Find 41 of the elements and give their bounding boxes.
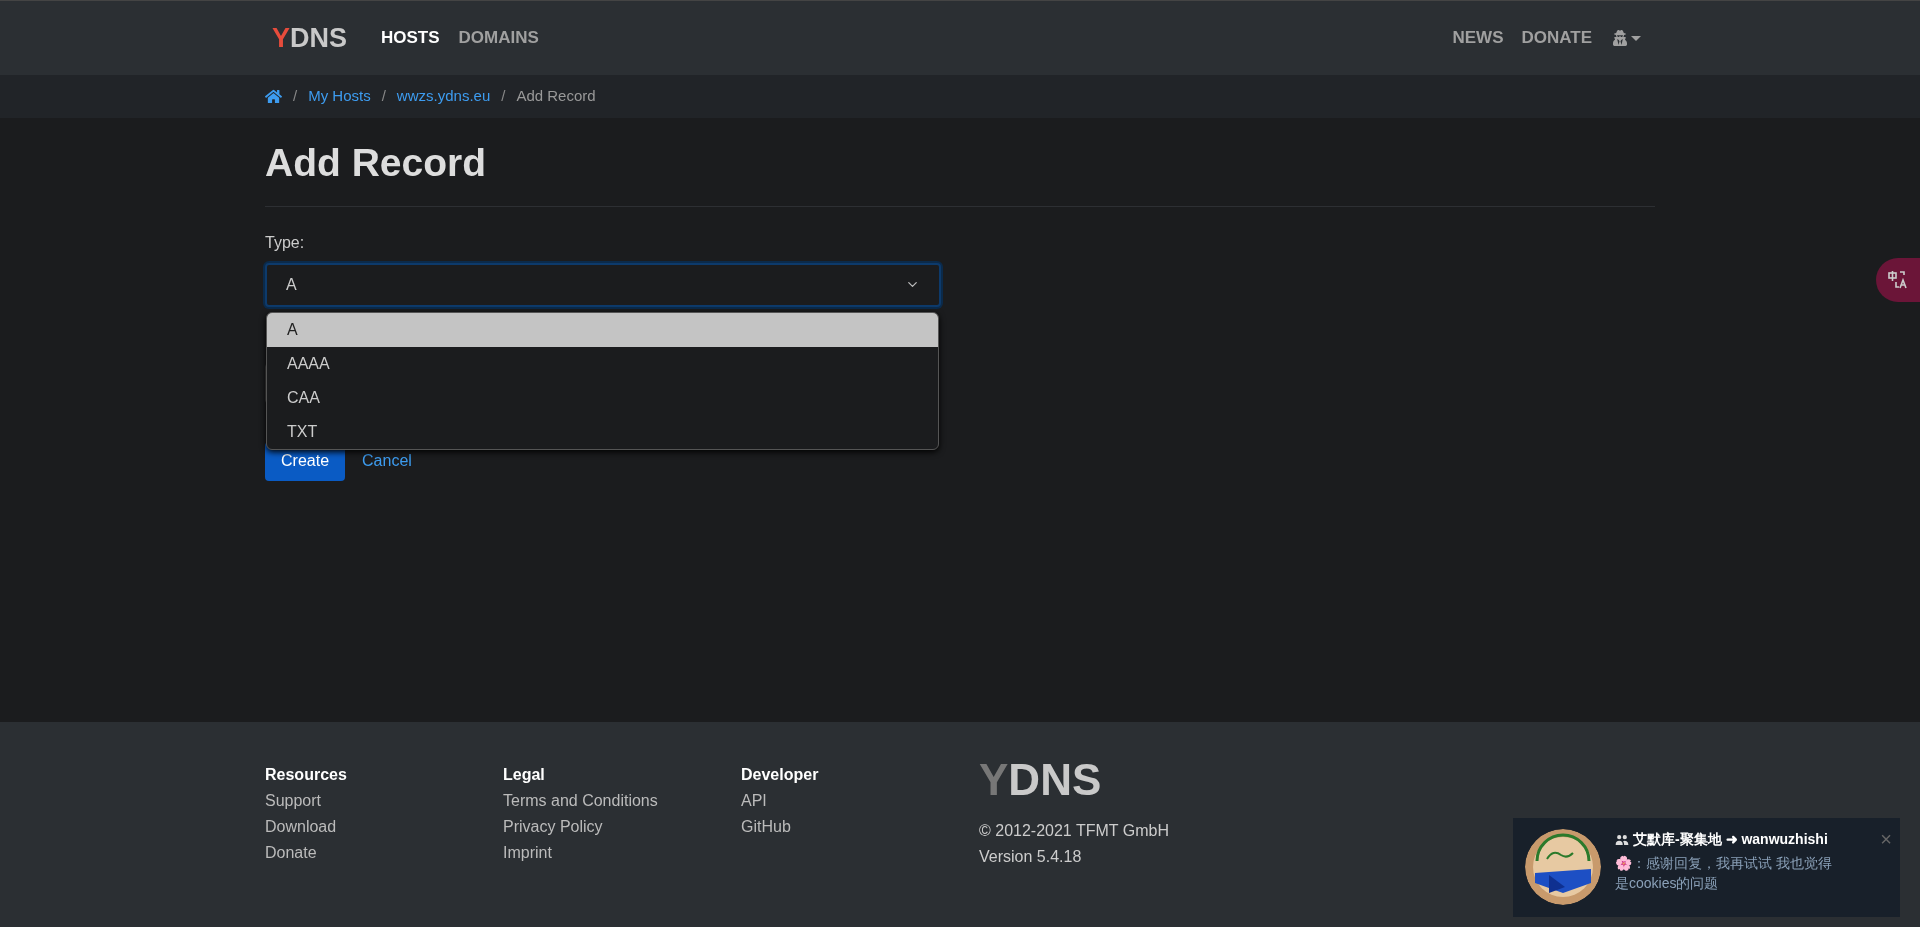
notification-message: 🌸：感谢回复，我再试试 我也觉得是cookies的问题 [1615, 854, 1833, 893]
breadcrumb-separator: / [501, 86, 506, 107]
footer-link[interactable]: Privacy Policy [503, 814, 741, 840]
page-title: Add Record [265, 140, 1655, 207]
user-menu-button[interactable] [1612, 30, 1641, 46]
translate-button[interactable] [1876, 258, 1920, 302]
footer-link[interactable]: API [741, 788, 979, 814]
cancel-link[interactable]: Cancel [362, 449, 412, 474]
dropdown-option[interactable]: CAA [267, 380, 938, 415]
footer-heading: Developer [741, 765, 820, 785]
footer-link[interactable]: GitHub [741, 814, 979, 840]
type-select[interactable]: A [265, 262, 941, 307]
version-text: Version 5.4.18 [979, 847, 1083, 867]
footer-link[interactable]: Download [265, 814, 503, 840]
footer-link[interactable]: Donate [265, 840, 503, 866]
breadcrumb-separator: / [293, 86, 298, 107]
footer-heading: Resources [265, 765, 348, 785]
translate-icon [1887, 270, 1909, 290]
users-icon [1615, 832, 1629, 847]
nav-link[interactable]: NEWS [1452, 25, 1504, 51]
nav-link[interactable]: HOSTS [381, 25, 440, 51]
nav-link[interactable]: DOMAINS [458, 25, 539, 51]
breadcrumb-current: Add Record [516, 86, 596, 107]
footer-link[interactable]: Support [265, 788, 503, 814]
notification-title: 艾默库-聚集地 ➜ wanwuzhishi [1633, 830, 1828, 849]
footer-heading: Legal [503, 765, 546, 785]
home-icon[interactable] [265, 88, 282, 105]
site-logo[interactable]: YDNS [272, 17, 348, 59]
dropdown-option[interactable]: AAAA [267, 346, 938, 381]
footer-link[interactable]: Terms and Conditions [503, 788, 741, 814]
dropdown-option[interactable]: A [267, 312, 938, 347]
user-secret-icon [1612, 30, 1628, 46]
footer-logo: YDNS [979, 754, 1103, 806]
nav-link[interactable]: DONATE [1521, 25, 1592, 51]
caret-icon [1631, 35, 1641, 41]
footer-link[interactable]: Imprint [503, 840, 741, 866]
field-label: Type: [265, 232, 306, 253]
copyright-text: © 2012-2021 TFMT GmbH [979, 821, 1169, 841]
breadcrumb-link[interactable]: My Hosts [308, 85, 371, 108]
breadcrumb-link[interactable]: wwzs.ydns.eu [396, 85, 491, 108]
breadcrumb-separator: / [381, 86, 386, 107]
